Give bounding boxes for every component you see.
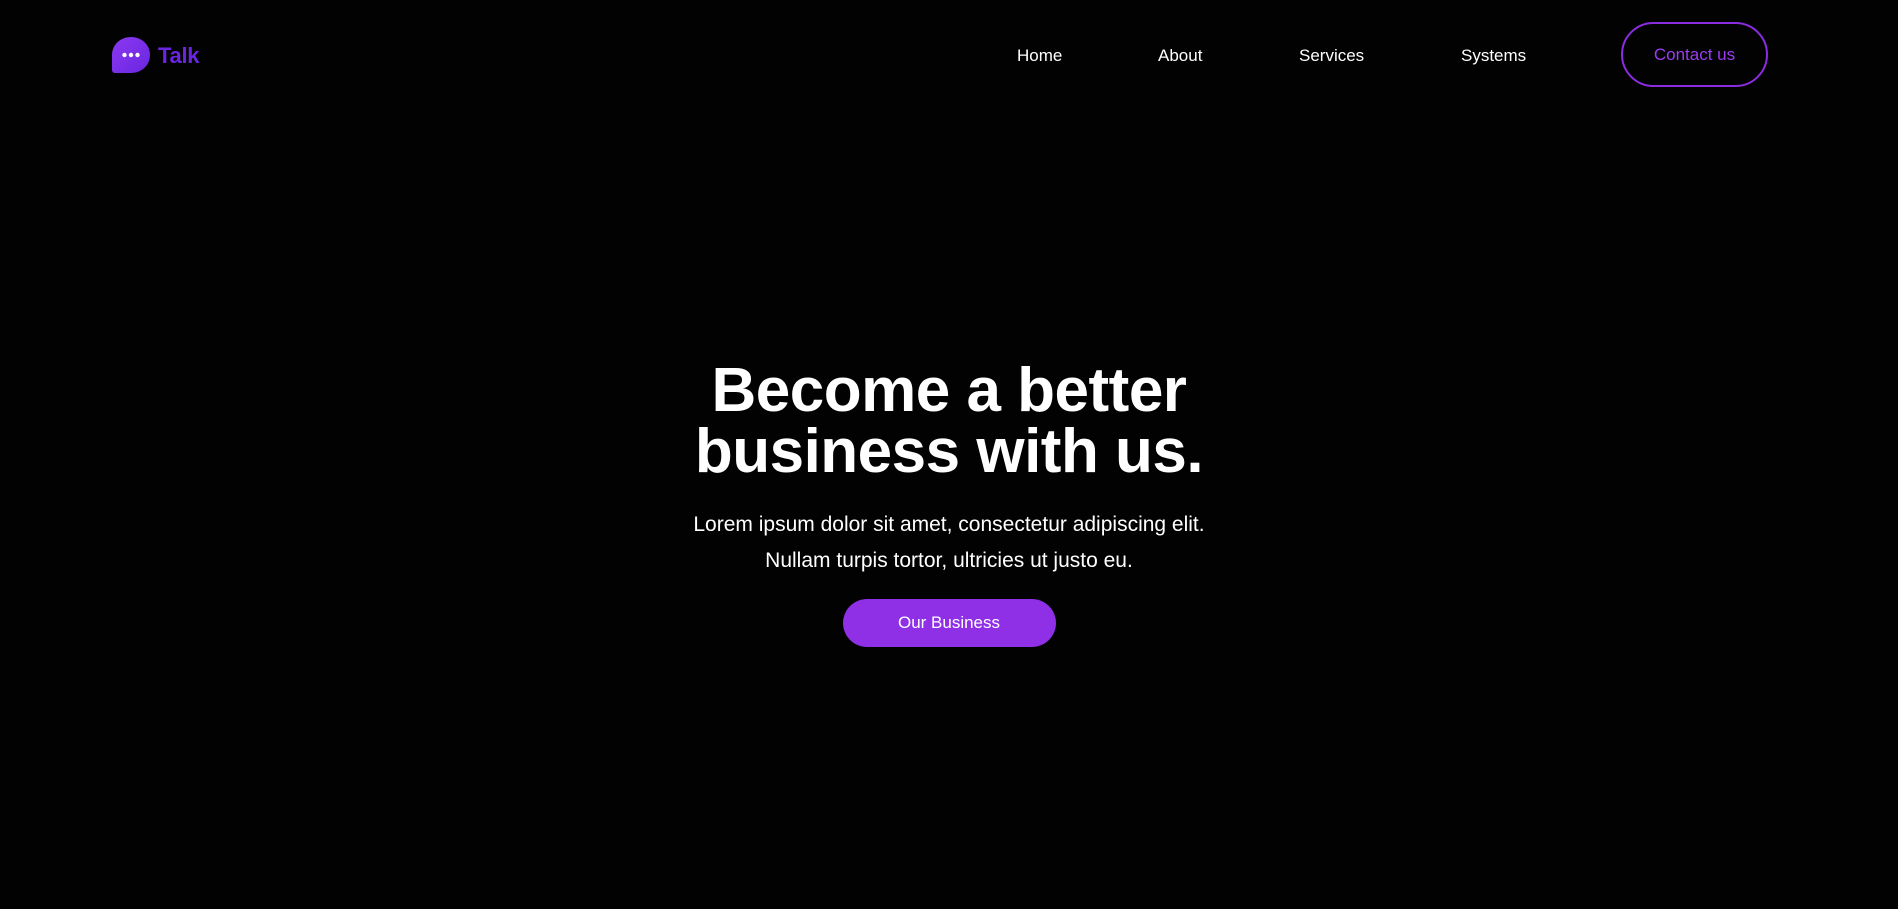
- hero-title-line-2: business with us.: [694, 417, 1204, 486]
- top-navbar: Talk Home About Services Systems Contact…: [0, 0, 1898, 112]
- nav-link-home[interactable]: Home: [1017, 44, 1062, 68]
- chat-bubble-icon: [112, 37, 150, 73]
- hero-title: Become a better business with us.: [599, 356, 1299, 486]
- our-business-button[interactable]: Our Business: [842, 599, 1056, 647]
- nav-link-services[interactable]: Services: [1299, 44, 1364, 68]
- nav-link-systems[interactable]: Systems: [1461, 44, 1526, 68]
- hero-section: Become a better business with us. Lorem …: [0, 360, 1898, 647]
- hero-title-line-1: Become a better: [711, 356, 1187, 425]
- hero-subtitle: Lorem ipsum dolor sit amet, consectetur …: [0, 507, 1898, 579]
- brand-logo-link[interactable]: Talk: [111, 36, 200, 76]
- brand-name: Talk: [158, 43, 200, 68]
- hero-subtitle-line-2: Nullam turpis tortor, ultricies ut justo…: [765, 549, 1133, 572]
- contact-us-button[interactable]: Contact us: [1621, 22, 1768, 87]
- hero-subtitle-line-1: Lorem ipsum dolor sit amet, consectetur …: [693, 513, 1205, 536]
- nav-link-about[interactable]: About: [1158, 44, 1202, 68]
